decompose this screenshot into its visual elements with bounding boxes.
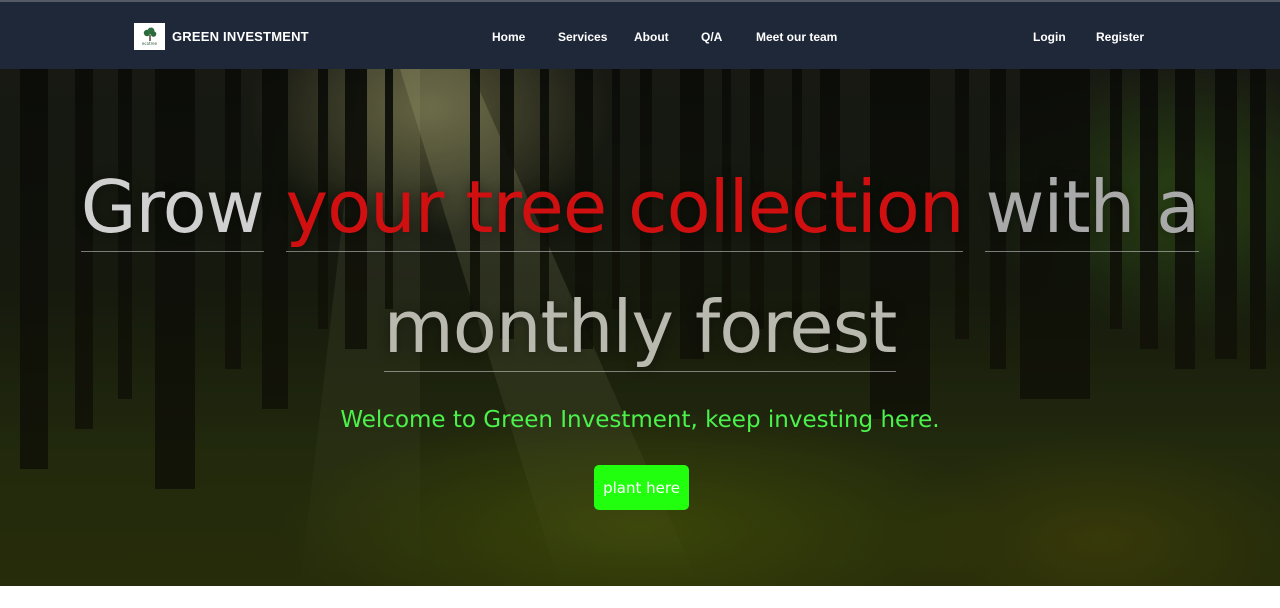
hero-subtitle: Welcome to Green Investment, keep invest…: [340, 407, 940, 433]
hero-headline-line1: Grow your tree collection with a: [0, 165, 1280, 252]
plant-here-button[interactable]: plant here: [594, 465, 689, 510]
brand-name[interactable]: GREEN INVESTMENT: [172, 29, 309, 44]
brand-logo: ecotree: [134, 23, 165, 50]
headline-monthly-forest: monthly forest: [383, 285, 897, 372]
headline-highlight: your tree collection: [285, 165, 964, 252]
headline-grow: Grow: [80, 165, 264, 252]
login-link[interactable]: Login: [1033, 30, 1066, 44]
nav-qa[interactable]: Q/A: [701, 30, 722, 44]
headline-with-a: with a: [985, 165, 1200, 252]
nav-meet-our-team[interactable]: Meet our team: [756, 30, 837, 44]
nav-services[interactable]: Services: [558, 30, 607, 44]
hero-section: Grow your tree collection with a monthly f…: [0, 69, 1280, 586]
brand[interactable]: ecotree GREEN INVESTMENT: [134, 23, 309, 50]
navbar: ecotree GREEN INVESTMENT Home Services A…: [0, 0, 1280, 69]
nav-home[interactable]: Home: [492, 30, 525, 44]
register-link[interactable]: Register: [1096, 30, 1144, 44]
nav-about[interactable]: About: [634, 30, 669, 44]
hero-headline-line2: monthly forest: [0, 285, 1280, 372]
tree-icon: [143, 27, 156, 41]
logo-text: ecotree: [141, 41, 158, 46]
